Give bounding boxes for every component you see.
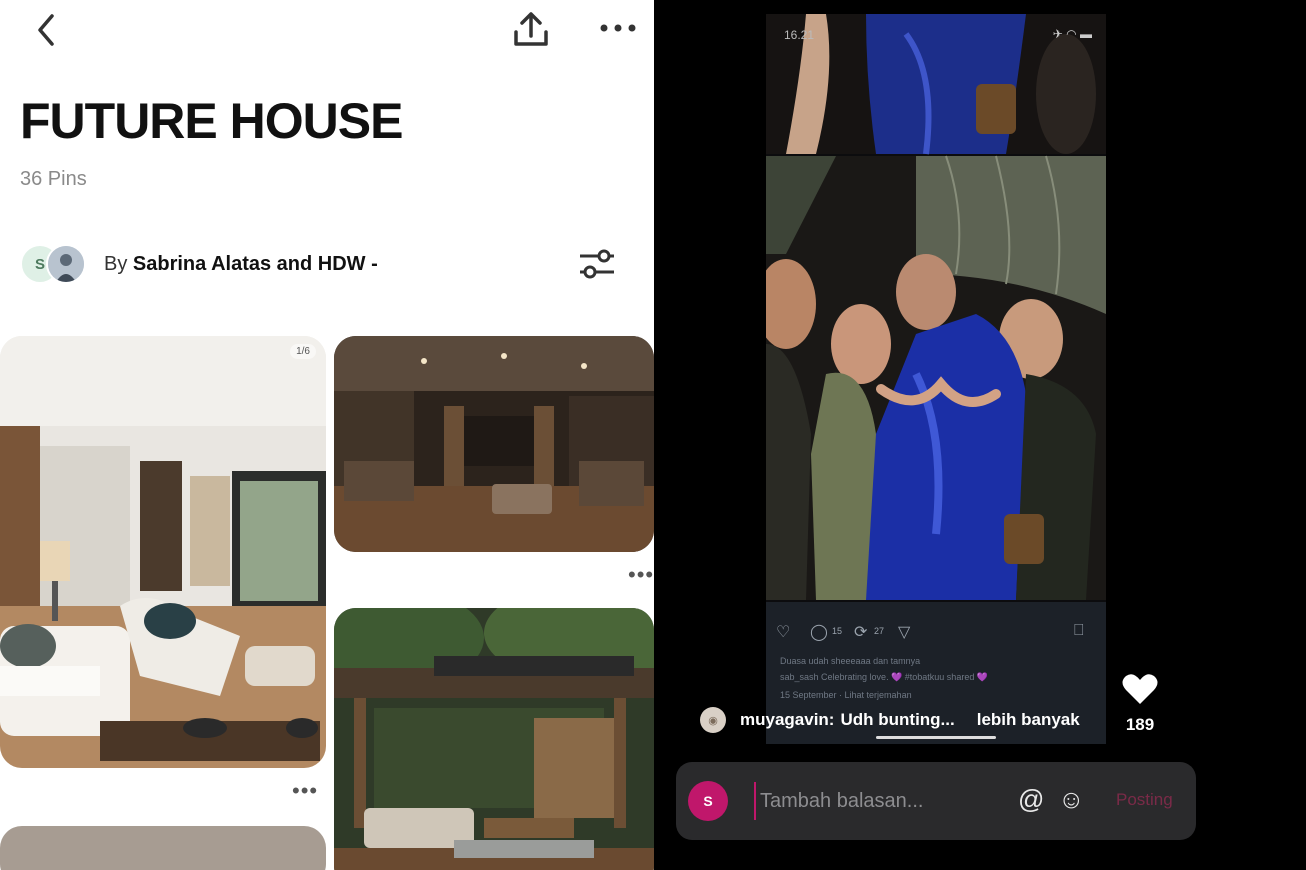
repost-count: 27 [874, 626, 885, 636]
threads-story-panel: 16.21 ✈ ◠ ▬ ♡ ◯ 15 ⟳ 27 ▽ ⎕ Duasa udah s… [654, 0, 1306, 870]
more-options-icon[interactable] [598, 18, 638, 43]
heart-icon[interactable] [1121, 674, 1159, 710]
filter-sliders-icon[interactable] [576, 246, 618, 287]
like-button[interactable]: 189 [1120, 672, 1160, 735]
by-prefix: By [104, 252, 133, 275]
reply-input[interactable] [754, 782, 1012, 820]
reply-preview[interactable]: ◉ muyagavin: Udh bunting... lebih banyak [700, 700, 1110, 740]
collaborator-names[interactable]: Sabrina Alatas and HDW - [133, 253, 378, 275]
comment-icon[interactable]: ◯ [810, 622, 828, 642]
send-icon[interactable]: ▽ [898, 622, 910, 642]
pin-outdoor-terrace[interactable] [334, 608, 654, 870]
caption-meta: 15 September · Lihat terjemahan [780, 690, 912, 700]
status-bar-icons: ✈ ◠ ▬ [1052, 27, 1092, 41]
share-icon[interactable] [510, 8, 552, 55]
bookmark-icon[interactable]: ⎕ [1074, 622, 1084, 640]
caption-line: sab_sash Celebrating love. 💜 #tobatkuu s… [780, 672, 989, 682]
pin-more-dots-icon[interactable]: ••• [292, 778, 318, 804]
comment-count: 15 [832, 626, 843, 636]
see-more-link[interactable]: lebih banyak [977, 710, 1080, 730]
pin-living-room[interactable]: 1/6 [0, 336, 326, 768]
back-chevron-icon[interactable] [32, 10, 60, 55]
board-title: FUTURE HOUSE [20, 93, 403, 149]
reply-composer: S @ ☺ Posting [676, 762, 1196, 840]
pin-image-count-badge: 1/6 [290, 344, 316, 359]
post-button[interactable]: Posting [1116, 790, 1173, 810]
pin-partial-bottom[interactable] [0, 826, 326, 870]
reply-progress-bar [876, 736, 996, 739]
pin-interior-lounge[interactable] [334, 336, 654, 552]
pin-more-dots-icon[interactable]: ••• [628, 562, 654, 588]
pinterest-board-panel: FUTURE HOUSE 36 Pins S By Sabrina Alatas… [0, 0, 654, 870]
collaborators-text: By Sabrina Alatas and HDW - [104, 253, 378, 276]
like-count: 189 [1125, 715, 1155, 734]
reply-avatar[interactable]: ◉ [700, 707, 726, 733]
heart-outline-icon[interactable]: ♡ [776, 622, 790, 642]
pin-count: 36 Pins [20, 168, 87, 190]
shared-screenshot: 16.21 ✈ ◠ ▬ ♡ ◯ 15 ⟳ 27 ▽ ⎕ Duasa udah s… [766, 14, 1106, 744]
caption-line: Duasa udah sheeeaaa dan tamnya [780, 656, 921, 666]
collaborator-avatar-photo[interactable] [46, 244, 86, 284]
reply-username[interactable]: muyagavin: [740, 710, 834, 730]
status-bar-time: 16.21 [784, 28, 815, 42]
emoji-smile-icon[interactable]: ☺ [1058, 784, 1085, 815]
mention-at-icon[interactable]: @ [1018, 784, 1044, 815]
my-avatar[interactable]: S [688, 781, 728, 821]
collaborators-row[interactable]: S By Sabrina Alatas and HDW - [20, 242, 378, 286]
repost-icon[interactable]: ⟳ [854, 622, 867, 642]
reply-text: Udh bunting... [840, 710, 955, 729]
